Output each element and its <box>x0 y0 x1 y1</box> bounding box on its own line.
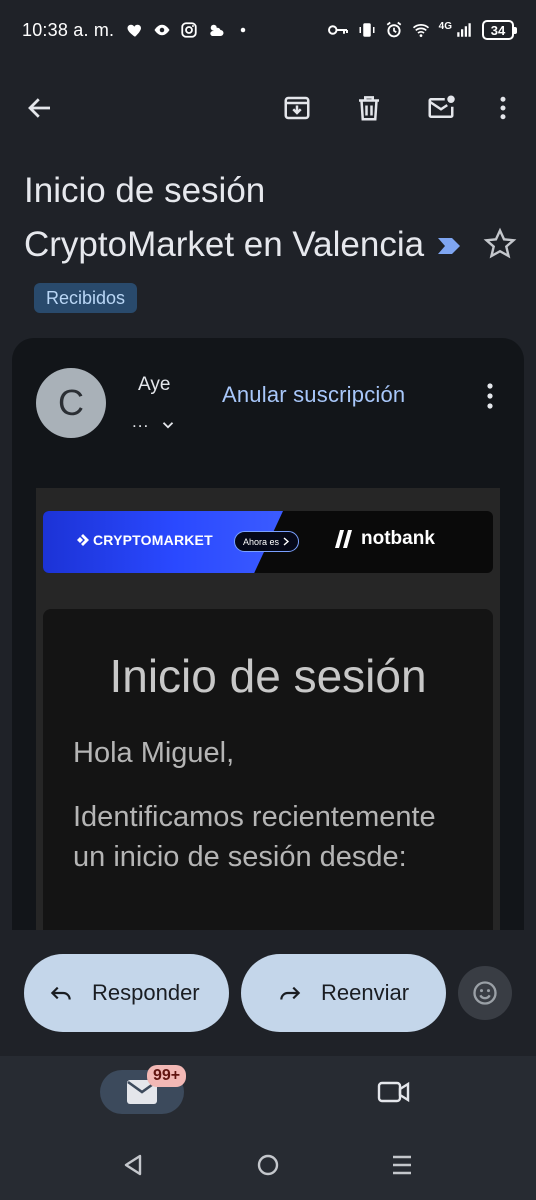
instagram-icon <box>180 21 198 39</box>
cryptomarket-logo: CRYPTOMARKET <box>77 532 213 548</box>
battery-indicator: 34 <box>482 20 517 40</box>
unread-badge: 99+ <box>147 1065 187 1087</box>
bottom-navigation: 99+ <box>0 1056 536 1130</box>
status-time: 10:38 a. m. <box>22 19 115 40</box>
chevron-right-icon <box>283 537 290 546</box>
banner-pill: Ahora es <box>234 531 300 552</box>
cryptomarket-icon <box>77 534 89 546</box>
heart-icon <box>126 21 144 39</box>
recents-lines-icon <box>393 1155 411 1175</box>
forward-icon <box>280 986 301 1000</box>
cloud-sun-icon <box>207 21 225 39</box>
body-paragraph: Identificamos recientemente un inicio de… <box>73 801 436 873</box>
recipient-details: ... <box>132 412 150 431</box>
archive-button[interactable] <box>277 88 317 128</box>
system-navigation <box>0 1130 536 1200</box>
signal-icon <box>455 21 473 39</box>
mark-unread-icon <box>428 95 455 118</box>
notbank-logo: notbank <box>335 528 435 550</box>
system-back-button[interactable] <box>118 1150 148 1180</box>
reply-actions: Responder Reenviar <box>0 954 536 1034</box>
reply-label: Responder <box>92 980 200 1005</box>
message-toolbar <box>0 78 536 138</box>
trash-icon <box>359 96 379 121</box>
sender-avatar[interactable]: C <box>36 368 106 438</box>
cryptomarket-text: CRYPTOMARKET <box>93 532 213 548</box>
system-recents-button[interactable] <box>387 1150 417 1180</box>
emoji-react-button[interactable] <box>458 966 512 1020</box>
key-icon <box>327 21 349 39</box>
sender-name[interactable]: Aye <box>138 374 170 396</box>
banner-pill-text: Ahora es <box>243 536 280 547</box>
unsubscribe-link[interactable]: Anular suscripción <box>222 382 405 408</box>
alarm-icon <box>385 21 403 39</box>
reply-icon <box>50 986 71 1000</box>
back-arrow-icon <box>28 98 50 118</box>
archive-icon <box>284 96 310 120</box>
subject-text: Inicio de sesión CryptoMarket en Valenci… <box>24 171 425 264</box>
notification-title: Inicio de sesión <box>109 650 427 702</box>
importance-marker-icon <box>436 218 462 272</box>
network-type: 4G <box>438 20 452 32</box>
vibrate-icon <box>358 21 376 39</box>
more-vert-icon <box>487 383 493 409</box>
dot-icon <box>234 21 252 39</box>
notification-icons <box>126 21 252 39</box>
more-options-button[interactable] <box>483 88 523 128</box>
star-button[interactable] <box>482 226 518 262</box>
forward-label: Reenviar <box>321 980 410 1005</box>
eye-icon <box>153 21 171 39</box>
reply-button[interactable]: Responder <box>24 954 229 1032</box>
greeting-text: Hola Miguel, <box>73 737 235 769</box>
message-card: C Aye ... Anular suscripción CRYPTOMARKE… <box>12 338 524 930</box>
back-triangle-icon <box>124 1154 142 1176</box>
label-chip[interactable]: Recibidos <box>34 282 138 313</box>
emoji-icon <box>473 981 497 1005</box>
system-home-button[interactable] <box>253 1150 283 1180</box>
wifi-icon <box>412 21 430 39</box>
email-subject: Inicio de sesión CryptoMarket en Valenci… <box>24 164 474 326</box>
notbank-text: notbank <box>361 528 435 549</box>
brand-banner[interactable]: CRYPTOMARKET Ahora es notbank <box>43 511 493 573</box>
tab-meet[interactable] <box>372 1074 416 1110</box>
back-button[interactable] <box>20 88 60 128</box>
video-camera-icon <box>377 1081 410 1103</box>
delete-button[interactable] <box>349 88 389 128</box>
system-icons: 4G 34 <box>327 20 517 40</box>
status-bar: 10:38 a. m. 4G 34 <box>0 0 536 60</box>
notbank-icon <box>335 530 352 548</box>
mark-unread-button[interactable] <box>421 88 461 128</box>
more-vert-icon <box>500 96 506 120</box>
message-more-button[interactable] <box>478 378 502 414</box>
star-icon <box>483 227 517 259</box>
notification-card: Inicio de sesión Hola Miguel, Identifica… <box>43 609 493 930</box>
forward-button[interactable]: Reenviar <box>241 954 446 1032</box>
recipient-details-toggle[interactable]: ... <box>132 412 177 434</box>
chevron-down-icon <box>163 422 174 429</box>
home-circle-icon <box>257 1154 279 1176</box>
email-body: CRYPTOMARKET Ahora es notbank Inicio de … <box>36 488 500 930</box>
